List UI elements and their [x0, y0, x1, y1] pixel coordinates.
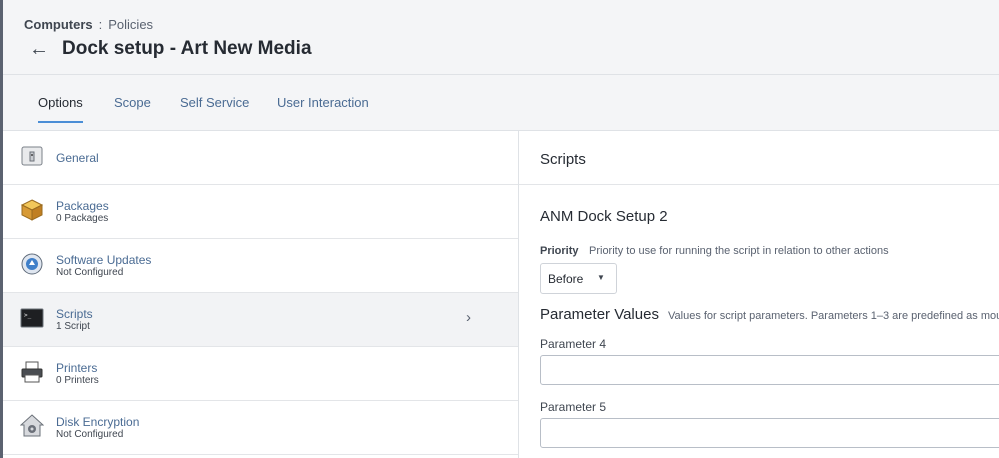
priority-select-value: Before	[548, 272, 584, 286]
sidebar-item-scripts[interactable]: >_ Scripts 1 Script ›	[3, 293, 518, 347]
page-title: Dock setup - Art New Media	[62, 38, 312, 59]
breadcrumb: Computers: Policies	[24, 17, 153, 32]
breadcrumb-section[interactable]: Computers	[24, 17, 93, 32]
sidebar-item-label: Scripts	[56, 307, 93, 321]
tab-bar: Options Scope Self Service User Interact…	[3, 75, 999, 131]
sidebar-item-general[interactable]: General	[3, 131, 518, 185]
page-header: Computers: Policies ← Dock setup - Art Ne…	[3, 0, 999, 75]
priority-select[interactable]: Before ▼	[540, 263, 617, 294]
sidebar-item-sublabel: 0 Printers	[56, 375, 99, 386]
sidebar-item-label: General	[56, 151, 99, 165]
sidebar-item-label: Printers	[56, 361, 98, 375]
panel-header: Scripts	[519, 131, 999, 185]
parameter-values-description: Values for script parameters. Parameters…	[668, 310, 999, 322]
script-name: ANM Dock Setup 2	[540, 208, 668, 225]
sidebar-item-sublabel: 1 Script	[56, 321, 90, 332]
caret-down-icon: ▼	[597, 273, 605, 282]
back-arrow-icon[interactable]: ←	[29, 36, 49, 62]
parameter-4-input[interactable]	[540, 355, 999, 385]
sidebar-item-packages[interactable]: Packages 0 Packages	[3, 185, 518, 239]
sidebar-item-sublabel: Not Configured	[56, 429, 124, 440]
priority-description: Priority to use for running the script i…	[589, 245, 889, 257]
parameter-4-label: Parameter 4	[540, 337, 607, 351]
svg-text:>_: >_	[24, 312, 32, 319]
tab-scope[interactable]: Scope	[114, 95, 151, 110]
parameter-5-input[interactable]	[540, 418, 999, 448]
sidebar-item-printers[interactable]: Printers 0 Printers	[3, 347, 518, 401]
scripts-panel: Scripts ANM Dock Setup 2 Priority Priori…	[519, 131, 999, 458]
breadcrumb-separator: :	[98, 17, 103, 32]
general-icon	[21, 146, 43, 166]
parameter-5-label: Parameter 5	[540, 400, 607, 414]
tab-options[interactable]: Options	[38, 95, 83, 123]
sidebar-item-label: Software Updates	[56, 253, 152, 267]
sidebar-item-disk-encryption[interactable]: Disk Encryption Not Configured	[3, 401, 518, 455]
package-icon	[20, 199, 44, 221]
tab-user-interaction[interactable]: User Interaction	[277, 95, 369, 110]
sidebar-item-sublabel: 0 Packages	[56, 213, 109, 224]
lock-icon	[20, 414, 44, 437]
sidebar-item-label: Disk Encryption	[56, 415, 140, 429]
options-sidebar: General Packages 0 Packages Software Upd…	[3, 131, 519, 458]
terminal-icon: >_	[20, 308, 44, 328]
priority-label: Priority	[540, 245, 579, 257]
sidebar-item-software-updates[interactable]: Software Updates Not Configured	[3, 239, 518, 293]
chevron-right-icon: ›	[466, 309, 471, 326]
printer-icon	[21, 361, 43, 383]
sidebar-item-sublabel: Not Configured	[56, 267, 124, 278]
tab-self-service[interactable]: Self Service	[180, 95, 249, 110]
software-update-icon	[21, 253, 43, 275]
parameter-values-title: Parameter Values	[540, 306, 659, 323]
breadcrumb-page[interactable]: Policies	[108, 17, 153, 32]
sidebar-item-label: Packages	[56, 199, 109, 213]
panel-title: Scripts	[540, 151, 586, 168]
